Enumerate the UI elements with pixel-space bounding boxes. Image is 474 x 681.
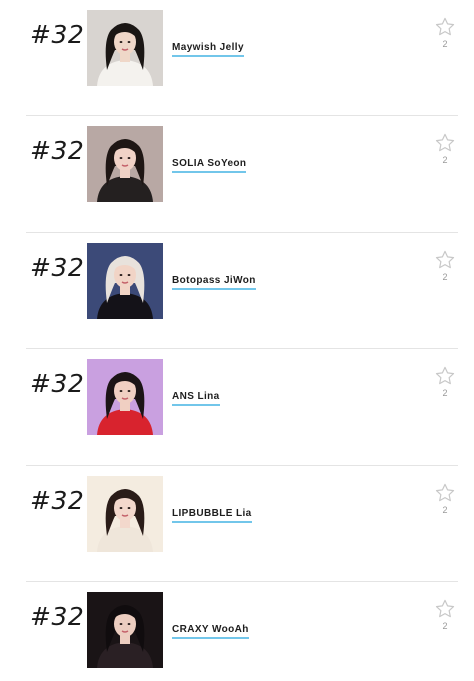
profile-photo[interactable] [87, 359, 163, 435]
star-outline-icon [430, 132, 460, 154]
ranking-row: #32 Maywish Jelly 2 [0, 0, 474, 116]
vote-count: 2 [442, 621, 448, 631]
profile-photo[interactable] [87, 126, 163, 202]
vote-count: 2 [442, 39, 448, 49]
member-name-link[interactable]: Maywish Jelly [172, 42, 244, 57]
star-outline-icon [430, 249, 460, 271]
vote-count: 2 [442, 155, 448, 165]
vote-count: 2 [442, 505, 448, 515]
star-outline-icon [430, 598, 460, 620]
star-outline-icon [430, 16, 460, 38]
rank-label: #32 [30, 253, 85, 282]
star-outline-icon [430, 482, 460, 504]
ranking-row: #32 CRAXY WooAh 2 [0, 582, 474, 681]
profile-photo[interactable] [87, 592, 163, 668]
vote-count: 2 [442, 388, 448, 398]
vote-button[interactable]: 2 [430, 249, 460, 282]
ranking-row: #32 Botopass JiWon 2 [0, 233, 474, 349]
star-outline-icon [430, 365, 460, 387]
rank-label: #32 [30, 486, 85, 515]
member-name-link[interactable]: ANS Lina [172, 391, 220, 406]
ranking-row: #32 SOLIA SoYeon 2 [0, 116, 474, 233]
vote-button[interactable]: 2 [430, 482, 460, 515]
profile-photo[interactable] [87, 476, 163, 552]
vote-button[interactable]: 2 [430, 365, 460, 398]
ranking-row: #32 LIPBUBBLE Lia 2 [0, 466, 474, 582]
vote-button[interactable]: 2 [430, 598, 460, 631]
vote-count: 2 [442, 272, 448, 282]
vote-button[interactable]: 2 [430, 16, 460, 49]
ranking-list: #32 Maywish Jelly 2 #32 SOLIA SoYeon 2 #… [0, 0, 474, 681]
member-name-link[interactable]: SOLIA SoYeon [172, 158, 247, 173]
profile-photo[interactable] [87, 243, 163, 319]
rank-label: #32 [30, 369, 85, 398]
vote-button[interactable]: 2 [430, 132, 460, 165]
member-name-link[interactable]: CRAXY WooAh [172, 624, 249, 639]
profile-photo[interactable] [87, 10, 163, 86]
member-name-link[interactable]: Botopass JiWon [172, 275, 256, 290]
rank-label: #32 [30, 136, 85, 165]
rank-label: #32 [30, 602, 85, 631]
member-name-link[interactable]: LIPBUBBLE Lia [172, 508, 252, 523]
rank-label: #32 [30, 20, 85, 49]
ranking-row: #32 ANS Lina 2 [0, 349, 474, 466]
